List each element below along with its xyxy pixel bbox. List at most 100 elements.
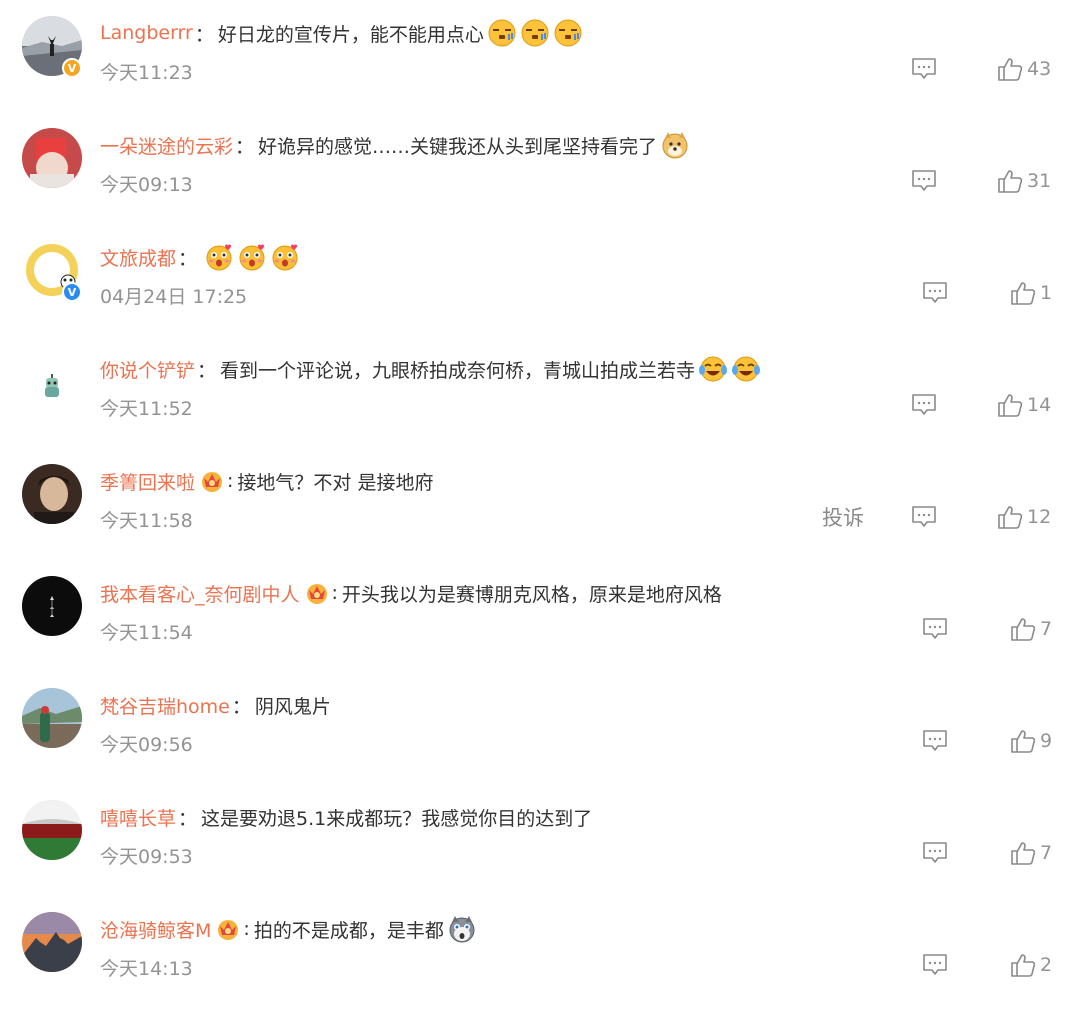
heart-eyes-face-emoji [270,242,300,272]
comment-text: 接地气？不对 是接地府 [237,471,434,494]
shocked-husky-emoji [447,914,477,944]
comment-reply-icon[interactable] [922,841,948,865]
like-button[interactable]: 1 [1010,279,1052,307]
separator: ： [178,807,198,830]
report-button[interactable]: 投诉 [822,502,864,532]
crown-vip-icon [215,916,241,942]
username[interactable]: 你说个铲铲 [100,356,195,383]
comment-item: 季箐回来啦 : 接地气？不对 是接地府 今天11:58 投诉 12 [0,458,1080,570]
username[interactable]: Langberrr [100,22,193,44]
verified-badge-icon: V [62,282,82,302]
comment-time: 今天09:56 [100,734,193,756]
separator: ： [194,23,214,46]
comment-item: 梵谷吉瑞home ： 阴风鬼片 今天09:56 9 [0,682,1080,794]
avatar[interactable] [22,352,82,412]
comment-reply-icon[interactable] [911,505,937,529]
avatar[interactable] [22,128,82,188]
comment-item: 嘻嘻长草 ： 这是要劝退5.1来成都玩？我感觉你目的达到了 今天09:53 7 [0,794,1080,906]
like-count: 1 [1040,282,1053,304]
comment-text: 看到一个评论说，九眼桥拍成奈何桥，青城山拍成兰若寺 [220,359,696,382]
avatar[interactable] [22,576,82,636]
comment-text: 好诡异的感觉……关键我还从头到尾坚持看完了 [258,135,658,158]
laughing-crying-emoji [731,354,761,384]
separator: ： [235,135,255,158]
comment-reply-icon[interactable] [922,281,948,305]
comment-text: 阴风鬼片 [254,695,331,718]
username[interactable]: 一朵迷途的云彩 [100,132,233,159]
like-count: 31 [1027,170,1052,192]
comment-reply-icon[interactable] [911,169,937,193]
like-count: 9 [1040,730,1053,752]
comment-time: 今天11:52 [100,398,193,420]
comment-time: 今天14:13 [100,958,193,980]
avatar[interactable] [22,800,82,860]
comment-reply-icon[interactable] [911,57,937,81]
doge-emoji [660,130,690,160]
comment-text: 这是要劝退5.1来成都玩？我感觉你目的达到了 [201,807,593,830]
verified-badge-icon: V [62,58,82,78]
separator: ： [178,247,198,270]
sleepy-face-emoji [487,18,517,48]
comment-time: 今天09:53 [100,846,193,868]
thumbs-up-icon [998,170,1023,193]
separator: : [227,470,234,492]
sleepy-face-emoji [520,18,550,48]
like-button[interactable]: 9 [1010,727,1052,755]
comment-text: 拍的不是成都，是丰都 [253,919,444,942]
username[interactable]: 沧海骑鲸客M [100,916,211,943]
comment-time: 04月24日 17:25 [100,286,248,308]
username[interactable]: 梵谷吉瑞home [100,692,230,719]
comment-item: 你说个铲铲 ： 看到一个评论说，九眼桥拍成奈何桥，青城山拍成兰若寺 今天11:5… [0,346,1080,458]
like-button[interactable]: 7 [1010,839,1052,867]
comment-item: 沧海骑鲸客M : 拍的不是成都，是丰都 今天14:13 2 [0,906,1080,1018]
thumbs-up-icon [998,58,1023,81]
like-count: 7 [1040,618,1053,640]
comment-item: 一朵迷途的云彩 ： 好诡异的感觉……关键我还从头到尾坚持看完了 今天09:13 … [0,122,1080,234]
comment-time: 今天11:54 [100,622,193,644]
like-count: 2 [1040,954,1053,976]
crown-vip-icon [199,468,225,494]
username[interactable]: 嘻嘻长草 [100,804,176,831]
like-button[interactable]: 7 [1010,615,1052,643]
comment-item: V Langberrr ： 好日龙的宣传片，能不能用点心 今天11:23 43 [0,10,1080,122]
like-button[interactable]: 2 [1010,951,1052,979]
thumbs-up-icon [998,394,1023,417]
laughing-crying-emoji [698,354,728,384]
comment-time: 今天11:58 [100,510,193,532]
username[interactable]: 我本看客心_奈何剧中人 [100,580,300,607]
username[interactable]: 季箐回来啦 [100,468,195,495]
comment-time: 今天11:23 [100,62,193,84]
comment-text: 开头我以为是赛博朋克风格，原来是地府风格 [341,583,722,606]
like-button[interactable]: 43 [997,55,1051,83]
like-count: 7 [1040,842,1053,864]
comment-item: 我本看客心_奈何剧中人 : 开头我以为是赛博朋克风格，原来是地府风格 今天11:… [0,570,1080,682]
username[interactable]: 文旅成都 [100,244,176,271]
thumbs-up-icon [1011,618,1036,641]
thumbs-up-icon [1011,730,1036,753]
avatar[interactable] [22,464,82,524]
like-button[interactable]: 14 [997,391,1051,419]
crown-vip-icon [304,580,330,606]
separator: : [243,918,250,940]
comment-reply-icon[interactable] [922,953,948,977]
comment-reply-icon[interactable] [922,617,948,641]
sleepy-face-emoji [553,18,583,48]
thumbs-up-icon [1011,954,1036,977]
separator: ： [231,695,251,718]
comment-time: 今天09:13 [100,174,193,196]
avatar[interactable] [22,688,82,748]
like-count: 43 [1027,58,1052,80]
separator: ： [197,359,217,382]
like-button[interactable]: 12 [997,503,1051,531]
comment-reply-icon[interactable] [911,393,937,417]
like-count: 14 [1027,394,1052,416]
thumbs-up-icon [1011,842,1036,865]
avatar[interactable] [22,912,82,972]
heart-eyes-face-emoji [237,242,267,272]
comment-reply-icon[interactable] [922,729,948,753]
comment-text: 好日龙的宣传片，能不能用点心 [217,23,484,46]
comment-item: V 文旅成都 ： 04月24日 17:25 1 [0,234,1080,346]
heart-eyes-face-emoji [204,242,234,272]
like-count: 12 [1027,506,1052,528]
like-button[interactable]: 31 [997,167,1051,195]
